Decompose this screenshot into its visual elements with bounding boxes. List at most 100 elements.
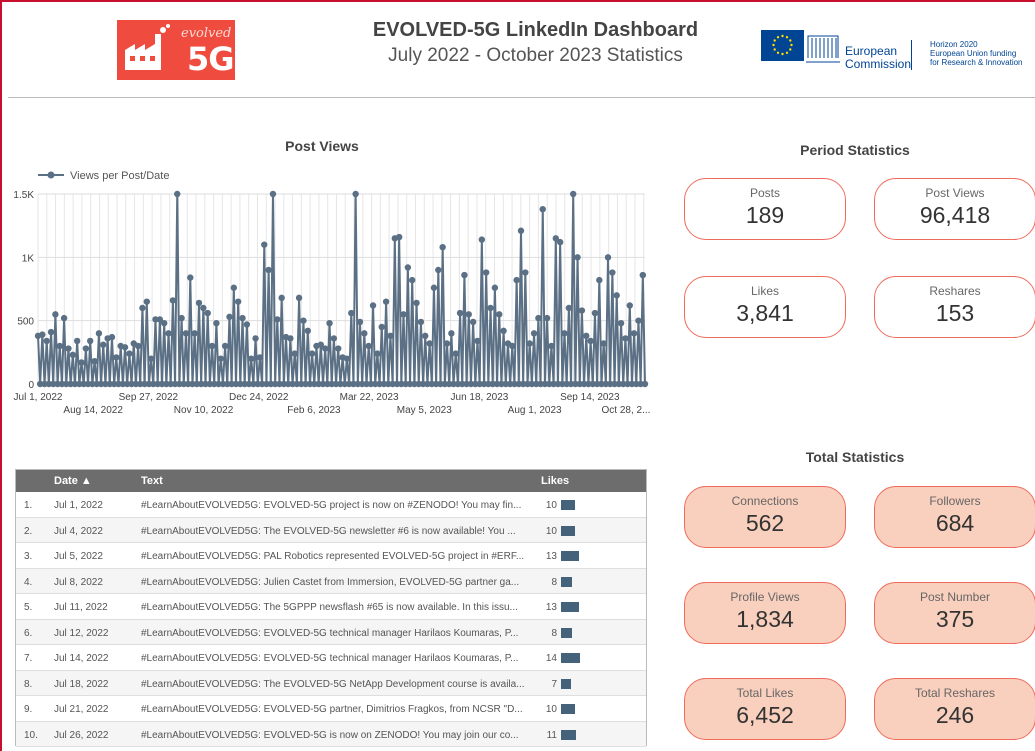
x-tick-label: Dec 24, 2022 bbox=[229, 392, 289, 403]
row-text: #LearnAboutEVOLVED5G: EVOLVED-5G is now … bbox=[141, 729, 519, 741]
stat-total-likes-value: 6,452 bbox=[736, 702, 794, 728]
ec-building-icon bbox=[806, 35, 840, 63]
x-tick-label: Oct 28, 2... bbox=[602, 405, 651, 416]
data-point bbox=[178, 314, 185, 322]
stat-followers-label: Followers bbox=[929, 494, 981, 508]
european-commission-logo: European Commission Horizon 2020 Europea… bbox=[756, 26, 1031, 72]
stat-total-likes: Total Likes 6,452 bbox=[684, 678, 846, 740]
row-index: 10. bbox=[24, 729, 38, 741]
data-point bbox=[600, 340, 607, 347]
likes-bar bbox=[561, 678, 571, 689]
x-tick-label: Feb 6, 2023 bbox=[287, 405, 341, 416]
stat-profile-views: Profile Views 1,834 bbox=[684, 582, 846, 644]
y-tick-label: 0 bbox=[28, 380, 34, 391]
table-row[interactable]: 8. Jul 18, 2022 #LearnAboutEVOLVED5G: The … bbox=[16, 670, 646, 696]
data-point bbox=[452, 350, 459, 357]
row-text: #LearnAboutEVOLVED5G: PAL Robotics repre… bbox=[141, 551, 525, 562]
row-index: 7. bbox=[24, 653, 33, 664]
data-point bbox=[174, 190, 181, 198]
post-views-chart: 0 500 1K 1.5K Views per Post/Date Jul 1, 2022… bbox=[13, 170, 651, 416]
row-likes: 8 bbox=[551, 576, 557, 588]
likes-bar bbox=[561, 525, 575, 536]
y-tick-label: 500 bbox=[17, 317, 34, 328]
row-likes: 14 bbox=[545, 653, 557, 664]
likes-bar bbox=[561, 576, 572, 587]
period-statistics-title: Period Statistics bbox=[800, 142, 910, 158]
stat-posts-label: Posts bbox=[749, 186, 780, 200]
table-row[interactable]: 2. Jul 4, 2022 #LearnAboutEVOLVED5G: The E… bbox=[16, 517, 646, 543]
data-point bbox=[426, 340, 433, 347]
header-likes[interactable]: Likes bbox=[541, 475, 569, 487]
data-point bbox=[474, 337, 481, 345]
table-row[interactable]: 10. Jul 26, 2022 #LearnAboutEVOLVED5G: EVO… bbox=[16, 721, 646, 747]
page-subtitle: July 2022 - October 2023 Statistics bbox=[388, 45, 683, 66]
row-date: Jul 5, 2022 bbox=[54, 551, 103, 562]
data-point bbox=[369, 302, 377, 309]
data-point bbox=[443, 340, 451, 347]
data-point bbox=[295, 294, 303, 302]
data-point bbox=[635, 317, 642, 324]
data-point bbox=[409, 276, 416, 284]
table-row[interactable]: 9. Jul 21, 2022 #LearnAboutEVOLVED5G: EVOL… bbox=[16, 696, 646, 722]
data-point bbox=[52, 311, 59, 318]
stat-total-reshares: Total Reshares 246 bbox=[874, 678, 1035, 740]
data-point bbox=[565, 304, 573, 312]
stat-reshares: Reshares 153 bbox=[874, 276, 1035, 338]
stat-total-reshares-value: 246 bbox=[935, 702, 975, 728]
legend-label: Views per Post/Date bbox=[70, 170, 169, 182]
row-index: 9. bbox=[24, 704, 33, 715]
data-point bbox=[417, 318, 425, 326]
data-point bbox=[374, 350, 381, 357]
row-index: 1. bbox=[24, 500, 33, 511]
row-index: 3. bbox=[24, 551, 33, 562]
data-point bbox=[208, 342, 216, 350]
data-point bbox=[126, 350, 133, 357]
data-point bbox=[583, 332, 590, 340]
stat-likes-label: Likes bbox=[750, 284, 779, 298]
header-date[interactable]: Date ▲ bbox=[54, 475, 92, 487]
x-tick-label: May 5, 2023 bbox=[397, 405, 452, 416]
h2020-line1: Horizon 2020 bbox=[930, 40, 978, 49]
likes-bar bbox=[561, 627, 572, 638]
table-row[interactable]: 3. Jul 5, 2022 #LearnAboutEVOLVED5G: PAL R… bbox=[16, 543, 646, 569]
likes-bar bbox=[561, 551, 579, 561]
data-point bbox=[382, 298, 390, 305]
likes-bar bbox=[561, 602, 579, 612]
data-point bbox=[578, 307, 586, 314]
row-index: 6. bbox=[24, 627, 33, 639]
data-point bbox=[256, 354, 264, 361]
data-point bbox=[617, 320, 625, 327]
stat-post-views-value: 96,418 bbox=[919, 202, 991, 228]
table-row[interactable]: 1. Jul 1, 2022 #LearnAboutEVOLVED5G: EVOLV… bbox=[16, 492, 646, 518]
table-row[interactable]: 6. Jul 12, 2022 #LearnAboutEVOLVED5G: EVOL… bbox=[16, 619, 646, 645]
data-point bbox=[522, 269, 529, 276]
row-text: #LearnAboutEVOLVED5G: The EVOLVED-5G Net… bbox=[141, 678, 525, 690]
row-likes: 8 bbox=[551, 627, 557, 639]
stat-likes: Likes 3,841 bbox=[684, 276, 846, 338]
row-date: Jul 21, 2022 bbox=[54, 704, 109, 715]
stat-total-likes-label: Total Likes bbox=[736, 686, 794, 700]
dashboard-header: evolved 5G EVOLVED-5G LinkedIn Dashboard… bbox=[8, 0, 1035, 98]
y-tick-label: 1K bbox=[22, 253, 35, 264]
data-point bbox=[60, 314, 68, 322]
table-row[interactable]: 5. Jul 11, 2022 #LearnAboutEVOLVED5G: The … bbox=[16, 594, 646, 620]
likes-bar bbox=[561, 729, 576, 740]
table-row[interactable]: 7. Jul 14, 2022 #LearnAboutEVOLVED5G: EVOL… bbox=[16, 645, 646, 671]
data-point bbox=[91, 358, 98, 365]
data-point bbox=[169, 297, 177, 304]
y-tick-label: 1.5K bbox=[13, 190, 34, 201]
data-point bbox=[596, 276, 603, 284]
table-row[interactable]: 4. Jul 8, 2022 #LearnAboutEVOLVED5G: Julie… bbox=[16, 568, 646, 594]
ec-text: European Commission bbox=[845, 45, 911, 71]
row-text: #LearnAboutEVOLVED5G: EVOLVED-5G technic… bbox=[141, 627, 519, 639]
row-likes: 10 bbox=[545, 525, 557, 537]
data-point bbox=[321, 345, 329, 352]
table-body: 1. Jul 1, 2022 #LearnAboutEVOLVED5G: EVOLV… bbox=[16, 492, 646, 747]
stat-reshares-value: 153 bbox=[935, 300, 975, 326]
data-point bbox=[543, 314, 551, 322]
data-point bbox=[108, 333, 116, 341]
data-point bbox=[448, 330, 455, 337]
header-text[interactable]: Text bbox=[141, 475, 163, 487]
data-point bbox=[304, 327, 311, 334]
data-point bbox=[326, 320, 333, 327]
